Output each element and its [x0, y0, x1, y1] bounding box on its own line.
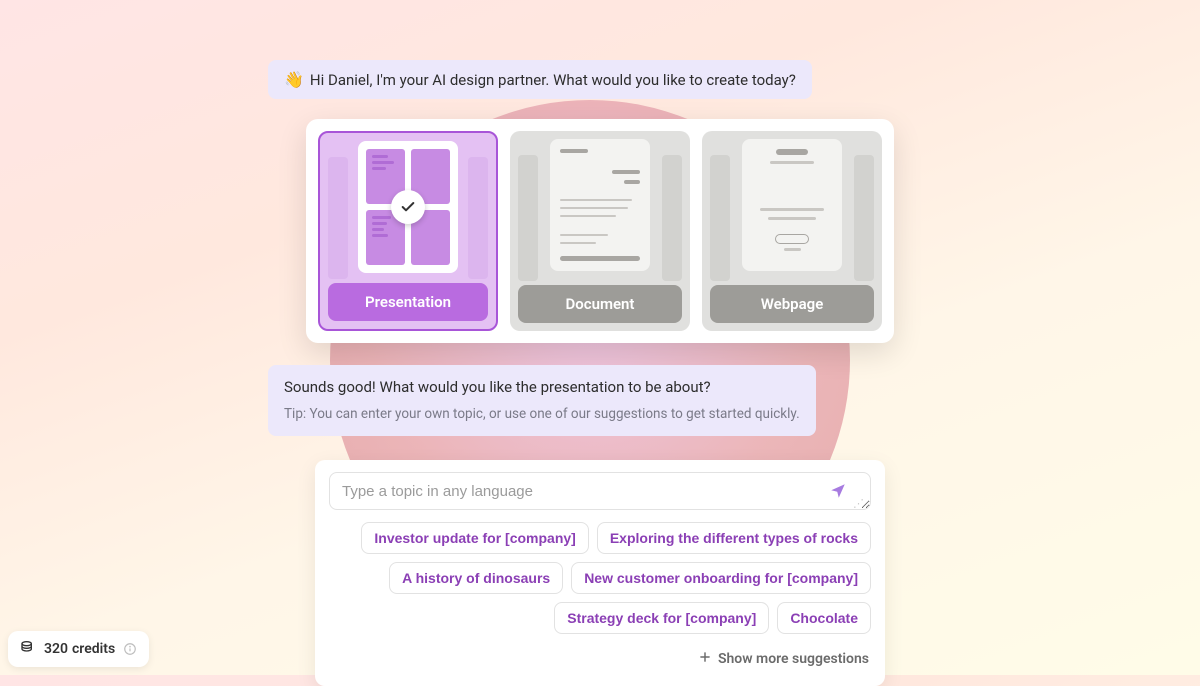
deck-type-presentation[interactable]: Presentation	[318, 131, 498, 331]
suggestion-chip[interactable]: Exploring the different types of rocks	[597, 522, 871, 554]
suggestion-chips: Investor update for [company] Exploring …	[329, 522, 871, 634]
show-more-suggestions[interactable]: Show more suggestions	[696, 646, 871, 672]
topic-input[interactable]	[342, 475, 825, 507]
deck-type-webpage[interactable]: Webpage	[702, 131, 882, 331]
deck-type-label: Webpage	[710, 285, 874, 323]
assistant-followup-bubble: Sounds good! What would you like the pre…	[268, 365, 816, 436]
followup-tip: Tip: You can enter your own topic, or us…	[284, 405, 800, 425]
wave-emoji: 👋	[284, 70, 304, 89]
suggestion-chip[interactable]: A history of dinosaurs	[389, 562, 563, 594]
topic-input-panel: ⋰ Investor update for [company] Explorin…	[315, 460, 885, 686]
show-more-label: Show more suggestions	[718, 651, 869, 667]
page-peek-right	[662, 155, 682, 281]
suggestion-chip[interactable]: New customer onboarding for [company]	[571, 562, 871, 594]
deck-type-picker: Presentation Document	[306, 119, 894, 343]
send-icon[interactable]	[825, 478, 851, 504]
presentation-thumbnail	[358, 141, 458, 273]
deck-type-label: Presentation	[328, 283, 488, 321]
page-peek-right	[854, 155, 874, 281]
slide-peek-right	[468, 157, 488, 279]
page-peek-left	[710, 155, 730, 281]
suggestion-chip[interactable]: Investor update for [company]	[361, 522, 588, 554]
webpage-thumbnail	[742, 139, 842, 271]
topic-input-container[interactable]: ⋰	[329, 472, 871, 510]
followup-text: Sounds good! What would you like the pre…	[284, 377, 800, 399]
suggestion-chip[interactable]: Strategy deck for [company]	[554, 602, 769, 634]
greeting-text: Hi Daniel, I'm your AI design partner. W…	[310, 71, 796, 89]
suggestion-chip[interactable]: Chocolate	[777, 602, 871, 634]
page-peek-left	[518, 155, 538, 281]
deck-type-label: Document	[518, 285, 682, 323]
deck-type-document[interactable]: Document	[510, 131, 690, 331]
checkmark-icon	[391, 190, 425, 224]
document-thumbnail	[550, 139, 650, 271]
plus-icon	[698, 650, 712, 668]
resize-handle-icon: ⋰	[853, 501, 862, 507]
assistant-greeting-bubble: 👋 Hi Daniel, I'm your AI design partner.…	[268, 60, 812, 99]
slide-peek-left	[328, 157, 348, 279]
